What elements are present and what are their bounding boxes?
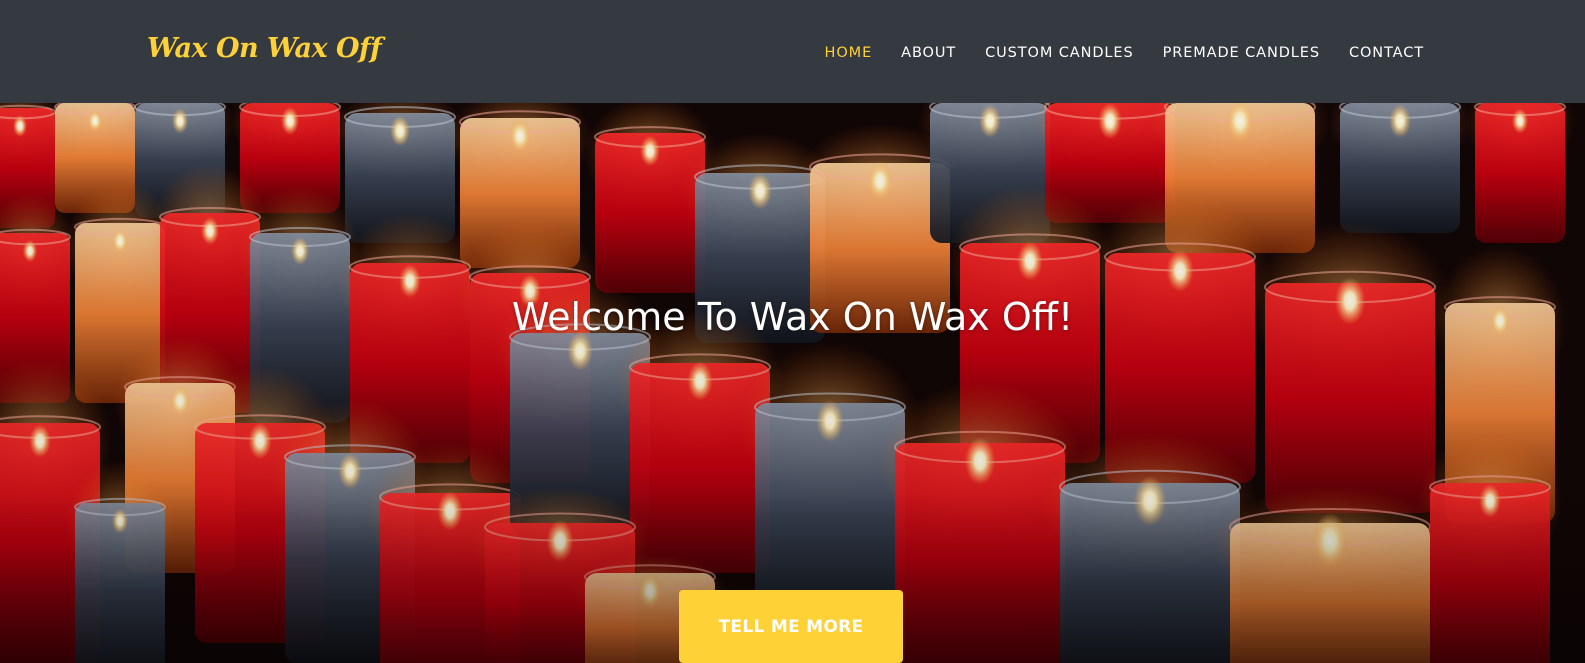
navbar: Wax On Wax Off HOME ABOUT CUSTOM CANDLES…: [0, 0, 1585, 103]
nav-item-about: ABOUT: [901, 42, 956, 61]
nav-item-premade-candles: PREMADE CANDLES: [1163, 42, 1320, 61]
nav-link-premade-candles[interactable]: PREMADE CANDLES: [1163, 45, 1320, 61]
nav-link-about[interactable]: ABOUT: [901, 45, 956, 61]
hero-title: Welcome To Wax On Wax Off!: [511, 295, 1074, 339]
hero-section: Welcome To Wax On Wax Off! TELL ME MORE: [0, 103, 1585, 663]
brand-logo[interactable]: Wax On Wax Off: [147, 33, 382, 64]
nav-link-contact[interactable]: CONTACT: [1349, 45, 1424, 61]
hero-background-image: [0, 103, 1585, 663]
nav-item-custom-candles: CUSTOM CANDLES: [985, 42, 1133, 61]
nav-link-home[interactable]: HOME: [825, 45, 873, 61]
nav-item-contact: CONTACT: [1349, 42, 1424, 61]
nav-item-home: HOME: [825, 42, 873, 61]
nav-menu: HOME ABOUT CUSTOM CANDLES PREMADE CANDLE…: [825, 42, 1424, 61]
tell-me-more-button[interactable]: TELL ME MORE: [679, 590, 903, 663]
nav-link-custom-candles[interactable]: CUSTOM CANDLES: [985, 45, 1133, 61]
